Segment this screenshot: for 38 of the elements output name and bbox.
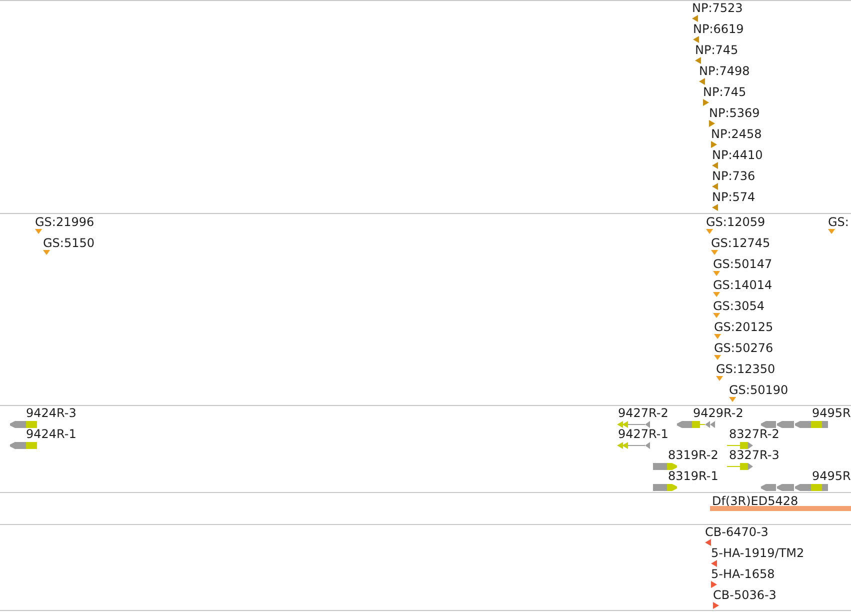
feature-label: GS:12059	[706, 215, 766, 229]
feature-label: NP:6619	[693, 22, 744, 36]
feature-label: GS:50147	[713, 257, 772, 271]
feature-label: NP:7523	[692, 1, 743, 15]
feature-label: NP:745	[695, 43, 738, 57]
feature-label: CB-5036-3	[713, 588, 776, 602]
feature-label: GS:5150	[43, 236, 94, 250]
gene-label: 8319R-1	[668, 469, 718, 483]
feature-label: 5-HA-1658	[711, 567, 775, 581]
gene-label: 9429R-2	[693, 406, 744, 420]
feature-label: GS:20125	[714, 320, 774, 334]
feature-label: NP:4410	[712, 148, 763, 162]
gene-label: 9495R	[812, 406, 851, 420]
gene-label: 8327R-3	[729, 448, 780, 462]
feature-label: GS:12745	[711, 236, 770, 250]
feature-label: 5-HA-1919/TM2	[711, 546, 804, 560]
feature-label: GS:50190	[729, 383, 788, 397]
feature-label: GS:	[828, 215, 849, 229]
gene-label: 8319R-2	[668, 448, 718, 462]
feature-label: Df(3R)ED5428	[712, 494, 798, 508]
feature-label: NP:736	[712, 169, 756, 183]
gene-label: 9424R-1	[26, 427, 76, 441]
feature-label: NP:5369	[709, 106, 760, 120]
feature-label: GS:12350	[716, 362, 776, 376]
feature-label: GS:21996	[35, 215, 94, 229]
gene-label: 9495R	[812, 469, 851, 483]
gene-label: 9427R-1	[618, 427, 668, 441]
feature-label: NP:2458	[711, 127, 762, 141]
gene-label: 9424R-3	[26, 406, 76, 420]
feature-label: GS:50276	[714, 341, 774, 355]
gene-label: 8327R-2	[729, 427, 780, 441]
gene-label: 9427R-2	[618, 406, 668, 420]
feature-label: GS:3054	[713, 299, 764, 313]
feature-label: GS:14014	[713, 278, 772, 292]
feature-label: CB-6470-3	[705, 525, 768, 539]
feature-label: NP:574	[712, 190, 756, 204]
feature-label: NP:745	[703, 85, 746, 99]
feature-label: NP:7498	[699, 64, 750, 78]
